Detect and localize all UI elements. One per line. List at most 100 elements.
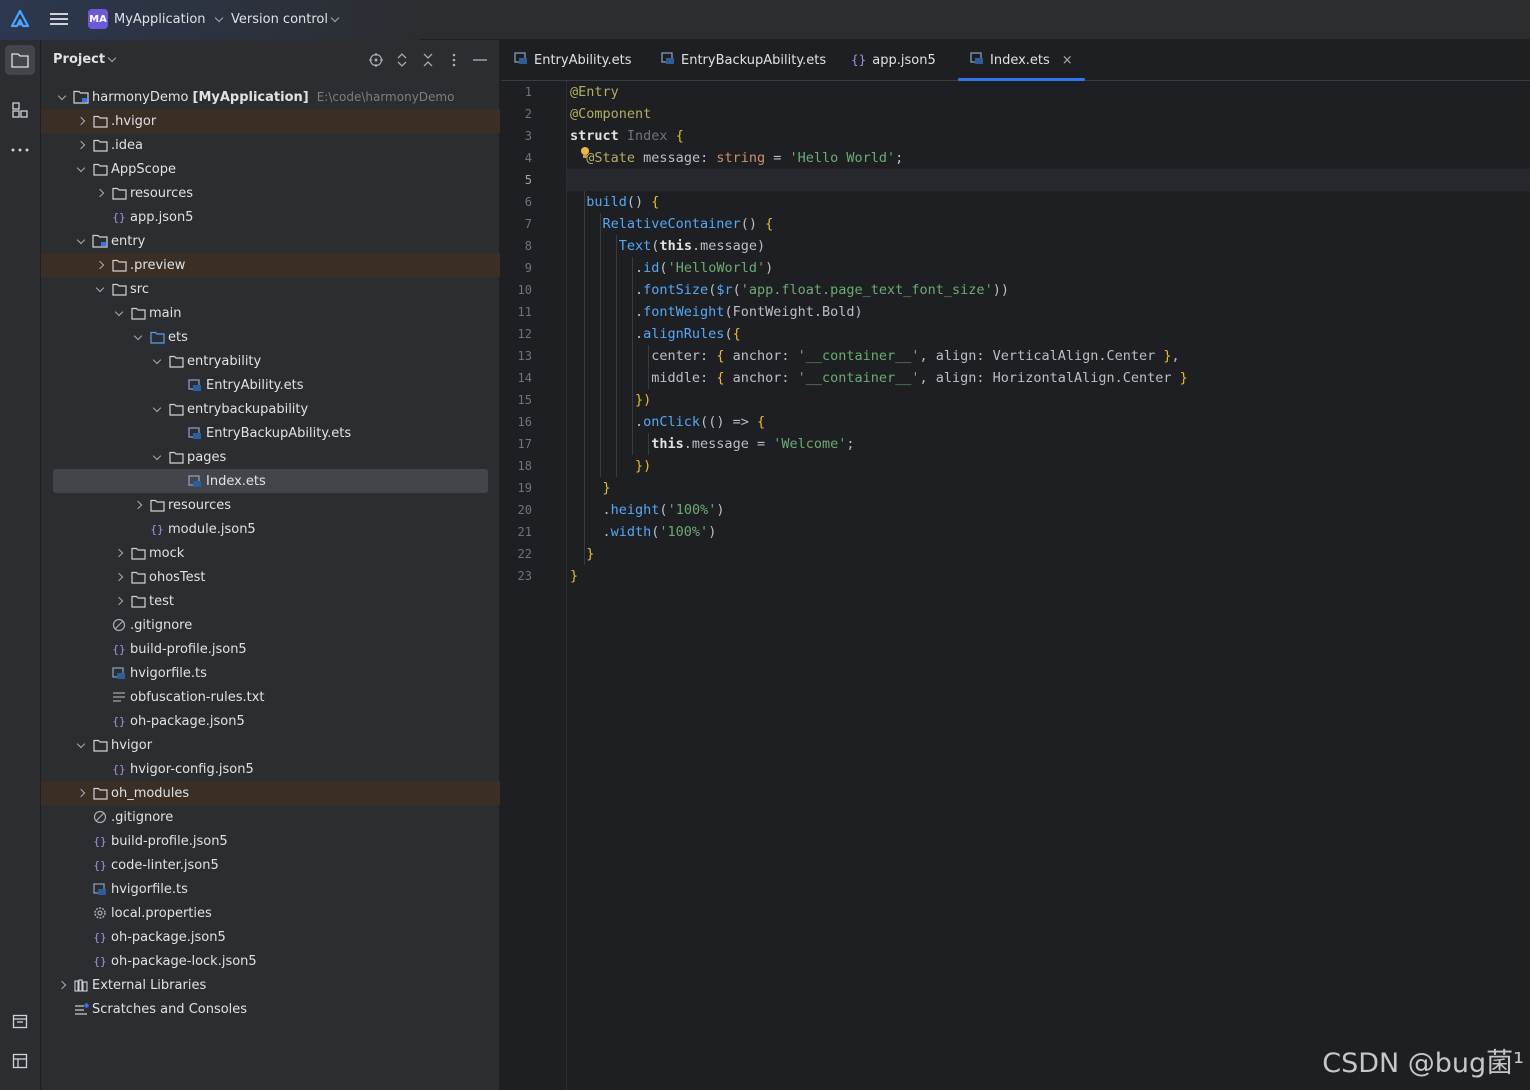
expanded-arrow-icon[interactable] [74, 738, 88, 752]
tree-item[interactable]: ohosTest [41, 565, 500, 589]
collapsed-arrow-icon[interactable] [112, 594, 126, 608]
tree-item[interactable]: Scratches and Consoles [41, 997, 500, 1021]
project-tool-button[interactable] [5, 45, 35, 75]
collapsed-arrow-icon[interactable] [131, 498, 145, 512]
tree-item[interactable]: {} oh-package.json5 [41, 925, 500, 949]
tab-entrybackupability[interactable]: EntryBackupAbility.ets [661, 40, 826, 80]
tree-item[interactable]: .gitignore [41, 613, 500, 637]
tree-item[interactable]: .hvigor [41, 109, 500, 133]
collapse-all-icon[interactable] [420, 50, 436, 70]
main-menu-icon[interactable] [50, 11, 68, 27]
tree-item[interactable]: entryability [41, 349, 500, 373]
root-name: harmonyDemo [92, 89, 189, 105]
collapsed-arrow-icon[interactable] [74, 114, 88, 128]
tree-item[interactable]: hvigorfile.ts [41, 877, 500, 901]
tree-item[interactable]: EntryBackupAbility.ets [41, 421, 500, 445]
expanded-arrow-icon[interactable] [93, 282, 107, 296]
line-number: 7 [524, 217, 532, 231]
tree-item[interactable]: test [41, 589, 500, 613]
collapsed-arrow-icon[interactable] [74, 786, 88, 800]
collapsed-arrow-icon[interactable] [112, 570, 126, 584]
tree-item[interactable]: hvigorfile.ts [41, 661, 500, 685]
tree-item[interactable]: .preview [41, 253, 500, 277]
collapsed-arrow-icon[interactable] [74, 138, 88, 152]
line-number: 17 [517, 437, 532, 451]
tree-item[interactable]: {} oh-package.json5 [41, 709, 500, 733]
tree-item[interactable]: {} app.json5 [41, 205, 500, 229]
tab-label: Index.ets [990, 52, 1050, 68]
structure-tool-button[interactable] [5, 95, 35, 125]
tree-item[interactable]: Index.ets [53, 469, 488, 493]
tree-item[interactable]: hvigor [41, 733, 500, 757]
tree-item[interactable]: {} oh-package-lock.json5 [41, 949, 500, 973]
code-editor[interactable]: 1 2 3 4 5 6 7 8 9 10 11 12 13 14 15 16 17 18 19 20 21 22 23 @E… [501, 81, 1530, 1090]
arrow-spacer [93, 210, 107, 224]
tree-item[interactable]: main [41, 301, 500, 325]
current-line-highlight [567, 169, 1530, 191]
tree-item[interactable]: .gitignore [41, 805, 500, 829]
version-control-menu[interactable]: Version control [231, 8, 340, 30]
todo-tool-button[interactable] [5, 1006, 35, 1036]
module-folder-icon [73, 89, 89, 105]
more-tools-button[interactable] [5, 135, 35, 165]
table-icon [12, 1053, 28, 1069]
expand-all-icon[interactable] [394, 50, 410, 70]
hide-panel-icon[interactable] [472, 50, 488, 70]
folder-icon [168, 449, 184, 465]
tree-item[interactable]: resources [41, 493, 500, 517]
tree-item[interactable]: obfuscation-rules.txt [41, 685, 500, 709]
tab-index-ets[interactable]: Index.ets × [958, 40, 1085, 81]
line-number: 5 [524, 173, 532, 187]
tree-item[interactable]: oh_modules [41, 781, 500, 805]
expanded-arrow-icon[interactable] [131, 330, 145, 344]
tree-item-label: .hvigor [111, 113, 157, 129]
tree-item[interactable]: {} build-profile.json5 [41, 637, 500, 661]
app-logo-icon[interactable] [10, 9, 30, 29]
tab-entryability[interactable]: EntryAbility.ets [514, 40, 632, 80]
tree-item[interactable]: External Libraries [41, 973, 500, 997]
project-switcher[interactable]: MA MyApplication [88, 8, 223, 30]
line-number: 20 [517, 503, 532, 517]
code-line-10: .fontSize($r('app.float.page_text_font_s… [570, 282, 1009, 298]
tree-item-label: AppScope [111, 161, 176, 177]
tree-item[interactable]: resources [41, 181, 500, 205]
tab-label: EntryAbility.ets [534, 52, 632, 68]
ets-file-icon [970, 51, 984, 69]
collapsed-arrow-icon[interactable] [55, 978, 69, 992]
tree-item[interactable]: entry [41, 229, 500, 253]
tree-item[interactable]: {} code-linter.json5 [41, 853, 500, 877]
locate-icon[interactable] [368, 50, 384, 70]
expanded-arrow-icon[interactable] [74, 234, 88, 248]
tree-item[interactable]: mock [41, 541, 500, 565]
tree-item[interactable]: src [41, 277, 500, 301]
tree-item[interactable]: entrybackupability [41, 397, 500, 421]
tree-item[interactable]: ets [41, 325, 500, 349]
tree-item[interactable]: .idea [41, 133, 500, 157]
collapsed-arrow-icon[interactable] [112, 546, 126, 560]
tree-item[interactable]: pages [41, 445, 500, 469]
database-tool-button[interactable] [5, 1046, 35, 1076]
close-icon[interactable]: × [1062, 53, 1073, 68]
options-icon[interactable] [446, 50, 462, 70]
collapsed-arrow-icon[interactable] [93, 186, 107, 200]
expanded-arrow-icon[interactable] [150, 450, 164, 464]
tree-item[interactable]: {} build-profile.json5 [41, 829, 500, 853]
project-view-selector[interactable]: Project [53, 52, 117, 67]
gitignore-icon [111, 617, 127, 633]
tree-item[interactable]: EntryAbility.ets [41, 373, 500, 397]
tree-root[interactable]: harmonyDemo [MyApplication] E:\code\harm… [41, 85, 500, 109]
lightbulb-icon[interactable] [580, 147, 590, 159]
expanded-arrow-icon[interactable] [112, 306, 126, 320]
tree-item[interactable]: local.properties [41, 901, 500, 925]
tree-item[interactable]: {} hvigor-config.json5 [41, 757, 500, 781]
tree-item[interactable]: AppScope [41, 157, 500, 181]
tab-app-json5[interactable]: {} app.json5 [851, 40, 936, 80]
expanded-arrow-icon[interactable] [150, 354, 164, 368]
expanded-arrow-icon[interactable] [74, 162, 88, 176]
expanded-arrow-icon[interactable] [55, 90, 69, 104]
tree-item-label: obfuscation-rules.txt [130, 689, 265, 705]
tree-item[interactable]: {} module.json5 [41, 517, 500, 541]
properties-icon [92, 905, 108, 921]
collapsed-arrow-icon[interactable] [93, 258, 107, 272]
expanded-arrow-icon[interactable] [150, 402, 164, 416]
